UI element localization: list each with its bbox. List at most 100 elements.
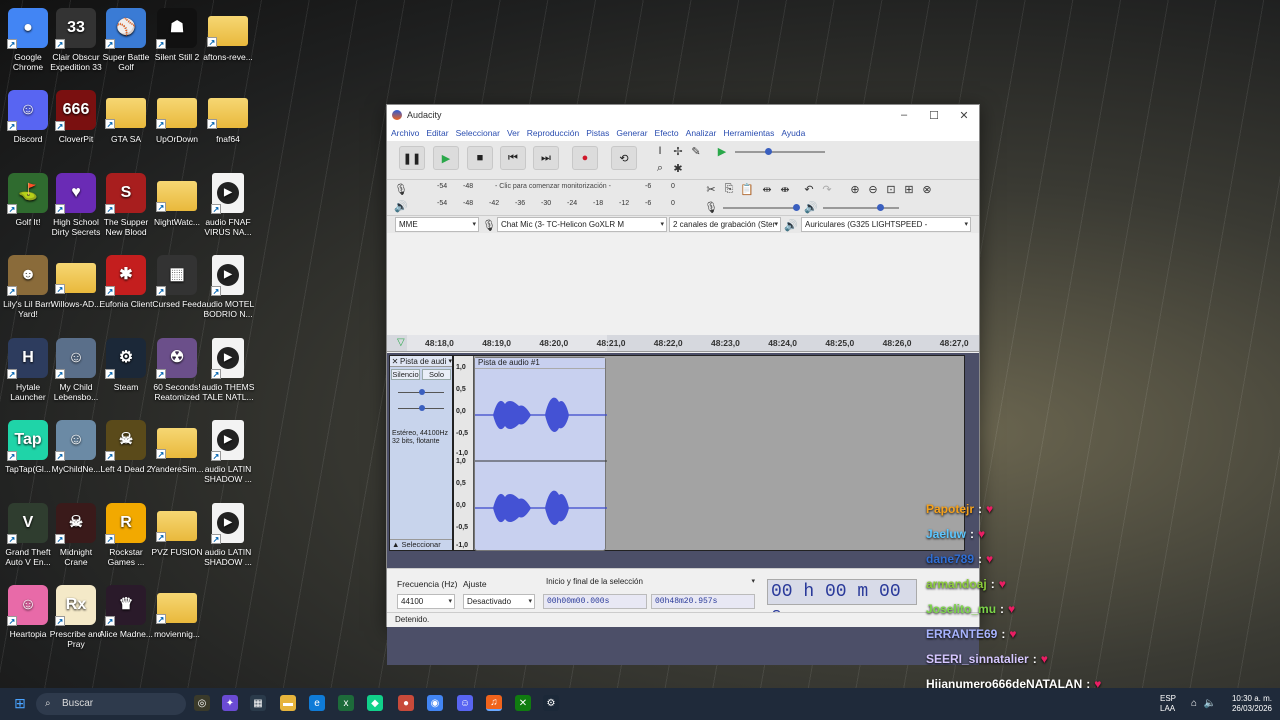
- envelope-tool-icon[interactable]: ✢: [670, 143, 686, 159]
- desktop-icon[interactable]: ↗ moviennig...: [149, 585, 205, 639]
- desktop-icon[interactable]: ▦ ↗ Cursed Feed: [149, 255, 205, 309]
- close-icon[interactable]: ✕: [949, 109, 979, 122]
- minimize-icon[interactable]: –: [889, 109, 919, 122]
- desktop-icon[interactable]: ▶ ↗ audio FNAF VIRUS NA...: [200, 173, 256, 237]
- skip-start-button[interactable]: ⏮: [500, 146, 526, 170]
- desktop-icon[interactable]: ☗ ↗ Silent Still 2: [149, 8, 205, 62]
- menu-item[interactable]: Herramientas: [723, 128, 774, 138]
- menu-item[interactable]: Editar: [426, 128, 448, 138]
- monitor-hint[interactable]: - Clic para comenzar monitorización -: [495, 183, 611, 190]
- recording-volume-slider[interactable]: [723, 204, 800, 211]
- desktop-icon[interactable]: 33 ↗ Clair Obscur Expedition 33: [48, 8, 104, 72]
- undo-icon[interactable]: ↶: [801, 181, 817, 197]
- desktop-icon[interactable]: ⚙ ↗ Steam: [98, 338, 154, 392]
- gain-pan-sliders[interactable]: [390, 380, 452, 411]
- paste-icon[interactable]: 📋: [739, 181, 755, 197]
- playback-volume-slider[interactable]: [823, 204, 899, 211]
- channels-select[interactable]: 2 canales de grabación (Ster ▾: [669, 217, 781, 232]
- trim-icon[interactable]: ⇹: [759, 181, 775, 197]
- selection-mode-select[interactable]: Inicio y final de la selección ▾: [543, 575, 757, 590]
- copilot-icon[interactable]: ✦: [222, 695, 238, 711]
- track-close-icon[interactable]: ✕: [390, 357, 400, 366]
- menu-item[interactable]: Ayuda: [781, 128, 805, 138]
- maximize-icon[interactable]: ☐: [919, 109, 949, 122]
- clock[interactable]: 10:30 a. m. 26/03/2026: [1222, 694, 1272, 714]
- cut-icon[interactable]: ✂: [703, 181, 719, 197]
- desktop-icon[interactable]: S ↗ The Supper New Blood: [98, 173, 154, 237]
- menu-item[interactable]: Analizar: [686, 128, 717, 138]
- desktop-icon[interactable]: ☢ ↗ 60 Seconds! Reatomized: [149, 338, 205, 402]
- discord-taskbar-icon[interactable]: ☺: [457, 695, 473, 711]
- pause-button[interactable]: ❚❚: [399, 146, 425, 170]
- track-menu-chevron-icon[interactable]: ▾: [448, 357, 452, 365]
- excel-icon[interactable]: x: [338, 695, 354, 711]
- play-speed-slider[interactable]: [735, 148, 825, 155]
- volume-icon[interactable]: 🔈: [1202, 695, 1218, 711]
- desktop-icon[interactable]: ▶ ↗ audio LATIN SHADOW ...: [200, 420, 256, 484]
- host-select[interactable]: MME ▾: [395, 217, 479, 232]
- desktop-icon[interactable]: ▶ ↗ audio LATIN SHADOW ...: [200, 503, 256, 567]
- desktop-icon[interactable]: ↗ NightWatc...: [149, 173, 205, 227]
- audacity-taskbar-icon[interactable]: ♫: [486, 695, 502, 711]
- network-icon[interactable]: ⌂: [1186, 695, 1202, 711]
- desktop-icon[interactable]: ↗ UpOrDown: [149, 90, 205, 144]
- explorer-icon[interactable]: ▬: [280, 695, 296, 711]
- output-device-select[interactable]: Auriculares (G325 LIGHTSPEED - ▾: [801, 217, 971, 232]
- track-name-menu[interactable]: Pista de audi: [400, 357, 446, 366]
- desktop-icon[interactable]: ♛ ↗ Alice Madne...: [98, 585, 154, 639]
- input-device-select[interactable]: Chat Mic (3- TC-Helicon GoXLR M ▾: [497, 217, 667, 232]
- desktop-icon[interactable]: ▶ ↗ audio THEMS TALE NATL...: [200, 338, 256, 402]
- time-display[interactable]: 00 h 00 m 00 s: [767, 579, 917, 626]
- zoom-tool-icon[interactable]: ⌕: [652, 160, 668, 176]
- desktop-icon[interactable]: ▶ ↗ audio MOTEL BODRIO N...: [200, 255, 256, 319]
- menu-item[interactable]: Generar: [616, 128, 647, 138]
- rate-select[interactable]: 44100 ▾: [397, 594, 455, 609]
- copy-icon[interactable]: ⎘: [721, 181, 737, 197]
- desktop-icon[interactable]: ☺ ↗ MyChildNe...: [48, 420, 104, 474]
- desktop-icon[interactable]: Rx ↗ Prescribe and Pray: [48, 585, 104, 649]
- selection-start[interactable]: 00h00m00.000s: [543, 594, 647, 609]
- multi-tool-icon[interactable]: ✱: [670, 160, 686, 176]
- zoom-out-icon[interactable]: ⊖: [865, 181, 881, 197]
- menu-item[interactable]: Seleccionar: [456, 128, 500, 138]
- menu-item[interactable]: Ver: [507, 128, 520, 138]
- desktop-icon[interactable]: ↗ aftons-reve...: [200, 8, 256, 62]
- desktop-icon[interactable]: ↗ Willows-AD...: [48, 255, 104, 309]
- audio-clip[interactable]: Pista de audio #1: [474, 357, 607, 551]
- desktop-icon[interactable]: ☠ ↗ Midnight Crane: [48, 503, 104, 567]
- zoom-toggle-icon[interactable]: ⊗: [919, 181, 935, 197]
- store-icon[interactable]: ▦: [250, 695, 266, 711]
- desktop-icon[interactable]: ✱ ↗ Eufonia Client: [98, 255, 154, 309]
- windows-start-icon[interactable]: ⊞: [12, 695, 28, 711]
- timeline-ruler[interactable]: ▽ 48:18,0 48:19,0 48:20,0 48:21,0 48:22,0 48:…: [387, 335, 979, 352]
- menu-item[interactable]: Reproducción: [527, 128, 579, 138]
- zoom-in-icon[interactable]: ⊕: [847, 181, 863, 197]
- desktop-icon[interactable]: ☺ ↗ My Child Lebensbo...: [48, 338, 104, 402]
- loop-button[interactable]: ⟲: [611, 146, 637, 170]
- desktop-icon[interactable]: ↗ GTA SA: [98, 90, 154, 144]
- desktop-icon[interactable]: ↗ PVZ FUSION: [149, 503, 205, 557]
- fit-selection-icon[interactable]: ⊡: [883, 181, 899, 197]
- selection-end[interactable]: 00h48m20.957s: [651, 594, 755, 609]
- play-head-icon[interactable]: ▽: [397, 337, 405, 348]
- desktop-icon[interactable]: R ↗ Rockstar Games ...: [98, 503, 154, 567]
- desktop-icon[interactable]: 666 ↗ CloverPit: [48, 90, 104, 144]
- skip-end-button[interactable]: ⏭: [533, 146, 559, 170]
- app-green-icon[interactable]: ◆: [367, 695, 383, 711]
- snap-select[interactable]: Desactivado ▾: [463, 594, 535, 609]
- solo-button[interactable]: Solo: [422, 369, 451, 380]
- select-track-button[interactable]: ▲ Seleccionar: [390, 539, 452, 550]
- steam-taskbar-icon[interactable]: ⚙: [543, 695, 559, 711]
- record-button[interactable]: ●: [572, 146, 598, 170]
- taskbar-search[interactable]: ⌕ Buscar: [36, 693, 186, 715]
- desktop-icon[interactable]: ↗ YandereSim...: [149, 420, 205, 474]
- desktop-icon[interactable]: ⚾ ↗ Super Battle Golf: [98, 8, 154, 72]
- chrome-taskbar-icon[interactable]: ◉: [427, 695, 443, 711]
- play-button[interactable]: ▶: [433, 146, 459, 170]
- fit-project-icon[interactable]: ⊞: [901, 181, 917, 197]
- desktop-icon[interactable]: ♥ ↗ High School Dirty Secrets: [48, 173, 104, 237]
- play-at-speed-icon[interactable]: ▶: [714, 143, 730, 159]
- track-waveform-area[interactable]: 1,0 1,0 0,5 0,5 0,0 0,0 -0,5 -0,5 -1,0 -1,0 Pista…: [453, 355, 965, 551]
- menu-item[interactable]: Efecto: [655, 128, 679, 138]
- draw-tool-icon[interactable]: ✎: [688, 143, 704, 159]
